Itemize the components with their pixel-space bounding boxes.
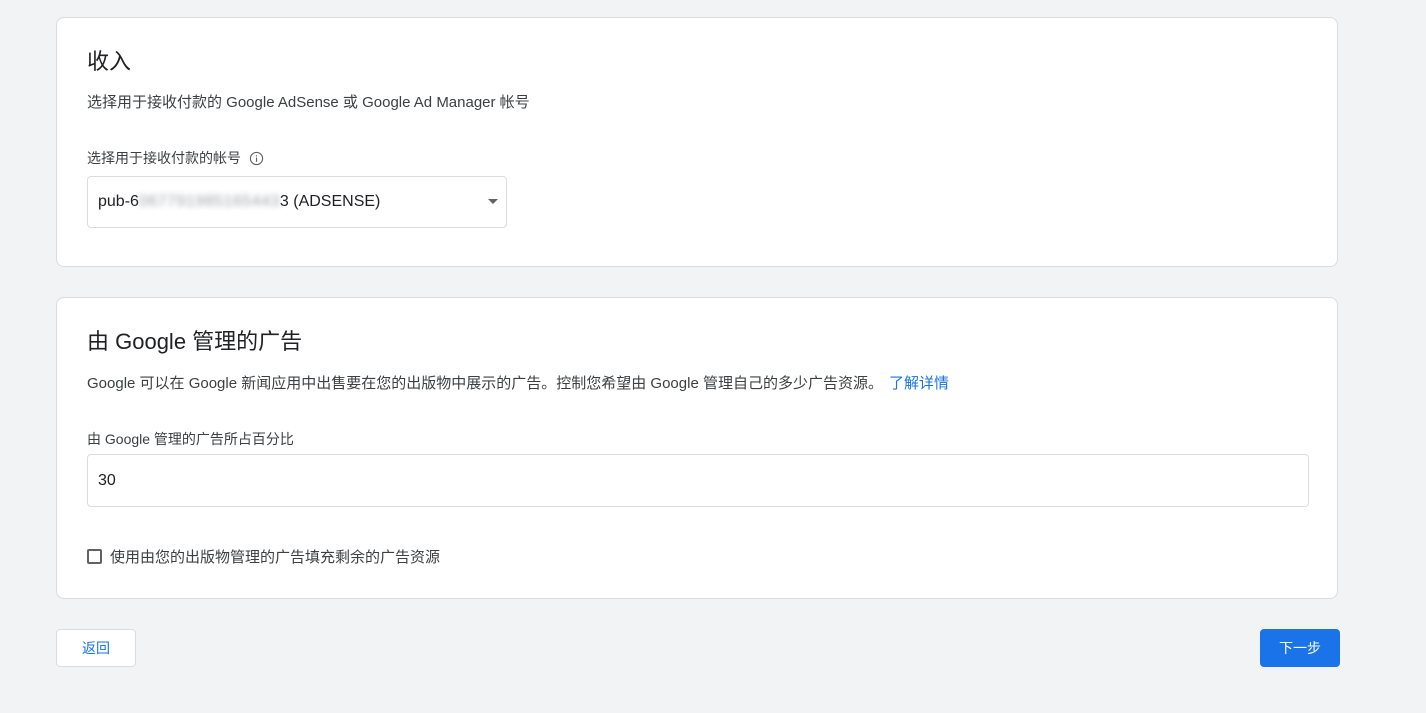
fill-remaining-label: 使用由您的出版物管理的广告填充剩余的广告资源 (110, 549, 441, 566)
google-ads-card: 由 Google 管理的广告 Google 可以在 Google 新闻应用中出售… (56, 297, 1338, 599)
percent-input[interactable] (87, 454, 1309, 507)
google-ads-description-text: Google 可以在 Google 新闻应用中出售要在您的出版物中展示的广告。控… (87, 375, 883, 392)
back-button[interactable]: 返回 (56, 629, 136, 667)
info-icon[interactable] (249, 151, 264, 166)
account-prefix: pub-6 (98, 193, 139, 210)
dropdown-arrow-icon (488, 199, 498, 204)
revenue-description: 选择用于接收付款的 Google AdSense 或 Google Ad Man… (87, 94, 530, 111)
google-ads-title: 由 Google 管理的广告 (87, 329, 303, 354)
percent-field-label: 由 Google 管理的广告所占百分比 (87, 431, 294, 447)
next-button[interactable]: 下一步 (1260, 629, 1340, 667)
fill-remaining-row[interactable]: 使用由您的出版物管理的广告填充剩余的广告资源 (87, 546, 440, 567)
learn-more-link[interactable]: 了解详情 (889, 375, 949, 392)
account-select[interactable]: pub-6 067791985165443 3 (ADSENSE) (87, 176, 507, 228)
account-suffix: 3 (ADSENSE) (279, 193, 381, 210)
google-ads-description: Google 可以在 Google 新闻应用中出售要在您的出版物中展示的广告。控… (87, 373, 949, 395)
account-masked-digits: 067791985165443 (138, 193, 280, 210)
account-label-text: 选择用于接收付款的帐号 (87, 150, 241, 166)
fill-remaining-checkbox[interactable] (87, 549, 102, 564)
revenue-title: 收入 (87, 49, 132, 74)
revenue-card: 收入 选择用于接收付款的 Google AdSense 或 Google Ad … (56, 17, 1338, 267)
account-field-label: 选择用于接收付款的帐号 (87, 148, 264, 168)
